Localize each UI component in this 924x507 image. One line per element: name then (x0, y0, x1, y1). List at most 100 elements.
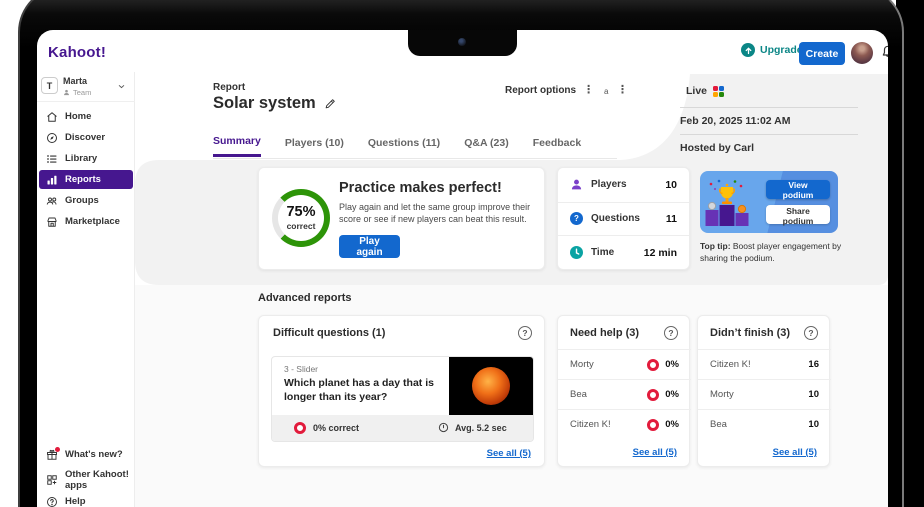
didnt-finish-card: Didn’t finish (3) ? Citizen K! 16 Morty … (697, 315, 830, 467)
player-name: Bea (710, 419, 808, 430)
podium-tip: Top tip: Boost player engagement by shar… (700, 240, 850, 265)
sidebar-item-library[interactable]: Library (39, 149, 133, 168)
player-name: Citizen K! (570, 419, 647, 430)
tab-players[interactable]: Players (10) (285, 137, 344, 156)
stray-label: a (604, 87, 608, 96)
player-name: Morty (710, 389, 808, 400)
info-divider (680, 134, 858, 135)
device-frame: Kahoot! Upgrade Create T Marta Te (18, 0, 904, 507)
sidebar-item-label: Marketplace (65, 216, 120, 227)
zero-score-icon (647, 419, 659, 431)
share-podium-button[interactable]: Share podium (766, 205, 830, 224)
sidebar-item-groups[interactable]: Groups (39, 191, 133, 210)
session-mode: Live (686, 85, 707, 97)
create-button[interactable]: Create (799, 42, 845, 65)
stat-value: 10 (665, 179, 677, 191)
sidebar-item-help[interactable]: Help (39, 492, 133, 507)
zero-correct-icon (294, 422, 306, 434)
sidebar-item-whats-new[interactable]: What's new? (39, 445, 133, 464)
bell-icon[interactable] (880, 44, 888, 65)
upgrade-label: Upgrade (760, 44, 803, 56)
upgrade-button[interactable]: Upgrade (741, 43, 803, 57)
planet-image (472, 367, 510, 405)
tabs-underline (213, 158, 617, 159)
apps-grid-icon (46, 474, 58, 486)
score-donut: 75% correct (272, 189, 330, 247)
home-icon (46, 111, 58, 123)
player-name: Citizen K! (710, 359, 808, 370)
sidebar-item-label: What's new? (65, 449, 123, 460)
score-caption: correct (287, 221, 316, 231)
sidebar-item-home[interactable]: Home (39, 107, 133, 126)
sidebar-item-other-apps[interactable]: Other Kahoot! apps (39, 470, 133, 489)
sidebar: T Marta Team Home Discover (37, 72, 135, 507)
player-row: Bea 0% (558, 379, 691, 409)
player-value: 0% (665, 359, 679, 370)
tab-feedback[interactable]: Feedback (533, 137, 581, 156)
player-value: 16 (808, 359, 819, 370)
help-icon[interactable]: ? (664, 326, 678, 340)
help-circle-icon (46, 496, 58, 507)
score-percent: 75% (286, 205, 315, 220)
kahoot-mark-icon (713, 86, 724, 97)
practice-card: 75% correct Practice makes perfect! Play… (258, 167, 545, 270)
player-value: 0% (665, 419, 679, 430)
team-type-icon (63, 89, 70, 96)
sidebar-item-label: Reports (65, 174, 101, 185)
advanced-reports-heading: Advanced reports (258, 292, 352, 304)
player-value: 10 (808, 419, 819, 430)
avatar[interactable] (851, 42, 873, 64)
stray-menu-kebab-icon[interactable]: ⋮ (617, 85, 628, 96)
team-selector[interactable]: T Marta Team (41, 75, 131, 99)
stat-label: Questions (591, 213, 658, 224)
player-row: Bea 10 (698, 409, 831, 439)
zero-score-icon (647, 359, 659, 371)
sidebar-item-label: Help (65, 496, 86, 507)
kebab-icon: ⋮ (583, 85, 594, 96)
correct-label: 0% correct (313, 423, 359, 433)
report-options-label: Report options (505, 85, 576, 96)
view-podium-button[interactable]: View podium (766, 180, 830, 199)
tab-questions[interactable]: Questions (11) (368, 137, 440, 156)
question-type: 3 - Slider (284, 364, 318, 374)
players-icon (570, 178, 583, 191)
see-all-link[interactable]: See all (5) (773, 447, 817, 458)
player-row: Citizen K! 0% (558, 409, 691, 439)
sidebar-item-reports[interactable]: Reports (39, 170, 133, 189)
zero-score-icon (647, 389, 659, 401)
sidebar-item-discover[interactable]: Discover (39, 128, 133, 147)
kahoot-logo[interactable]: Kahoot! (48, 44, 106, 61)
stat-value: 11 (666, 213, 677, 225)
chevron-down-icon (117, 82, 126, 91)
storefront-icon (46, 216, 58, 228)
question-item[interactable]: 3 - Slider Which planet has a day that i… (271, 356, 534, 442)
question-stats-bar: 0% correct Avg. 5.2 sec (272, 415, 533, 441)
see-all-link[interactable]: See all (5) (633, 447, 677, 458)
sidebar-item-label: Home (65, 111, 91, 122)
see-all-link[interactable]: See all (5) (487, 448, 531, 459)
player-row: Morty 10 (698, 379, 831, 409)
edit-title-icon[interactable] (324, 97, 337, 110)
help-icon[interactable]: ? (804, 326, 818, 340)
team-type-label: Team (73, 88, 91, 97)
play-again-button[interactable]: Play again (339, 235, 400, 258)
bar-chart-icon (46, 174, 58, 186)
sidebar-item-marketplace[interactable]: Marketplace (39, 212, 133, 231)
player-name: Bea (570, 389, 647, 400)
sidebar-divider (37, 101, 135, 102)
stats-card: Players 10 ? Questions 11 Time 12 min (557, 167, 690, 270)
report-title: Solar system (213, 94, 316, 113)
notification-dot (55, 447, 60, 452)
report-options-button[interactable]: Report options ⋮ (505, 85, 594, 96)
player-value: 0% (665, 389, 679, 400)
page: Kahoot! Upgrade Create T Marta Te (0, 0, 924, 507)
stat-row-players: Players 10 (558, 168, 689, 202)
compass-icon (46, 132, 58, 144)
device-notch (408, 30, 517, 56)
practice-title: Practice makes perfect! (339, 180, 502, 196)
help-icon[interactable]: ? (518, 326, 532, 340)
tab-qa[interactable]: Q&A (23) (464, 137, 509, 156)
tab-summary[interactable]: Summary (213, 135, 261, 157)
time-icon (570, 246, 583, 259)
card-title: Difficult questions (1) (273, 327, 385, 339)
